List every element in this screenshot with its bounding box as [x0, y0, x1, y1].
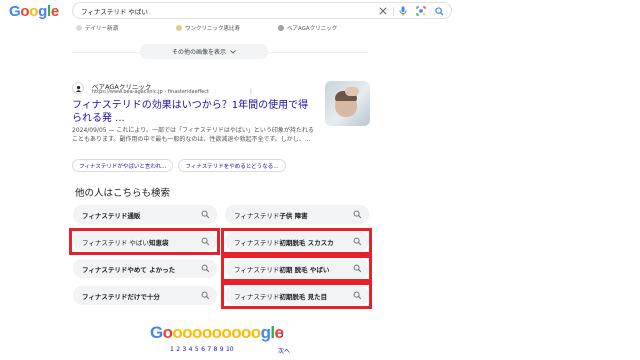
- related-search-item[interactable]: フィナステリド 初期 脱毛 やばい: [225, 259, 369, 278]
- people-also-search-heading: 他の人はこちらも検索: [75, 188, 171, 199]
- result-chip[interactable]: フィナステリドがやばいと言われ...: [72, 159, 174, 172]
- result-url: https://www.bea-agaclinic.jp › finasteri…: [92, 89, 209, 95]
- page-number-link[interactable]: 6: [201, 346, 205, 353]
- google-logo[interactable]: Google: [9, 3, 59, 20]
- related-search-item[interactable]: フィナステリド 初期脱毛 スカスカ: [225, 232, 369, 251]
- top-bar: Google: [0, 0, 640, 22]
- related-search-item[interactable]: フィナステリド だけで十分: [73, 286, 217, 305]
- search-icon: [201, 264, 210, 273]
- favicon-icon: [278, 25, 284, 31]
- search-box: [72, 2, 452, 19]
- page-number-list: 1 2 3 4 5 6 7 8 9 10: [170, 346, 234, 353]
- related-search-item[interactable]: フィナステリド やばい 知恵袋: [73, 232, 217, 251]
- search-icon: [201, 210, 210, 219]
- search-icon: [353, 264, 362, 273]
- page-number-link[interactable]: 10: [226, 346, 234, 353]
- image-source[interactable]: ベアAGAクリニック: [278, 24, 337, 32]
- favicon-icon: [76, 25, 82, 31]
- image-sources-row: デイリー新潮 ワンクリニック恵比寿 ベアAGAクリニック: [0, 22, 640, 36]
- search-icon: [353, 210, 362, 219]
- favicon-icon: [176, 25, 182, 31]
- search-result: ベアAGAクリニック https://www.bea-agaclinic.jp …: [72, 80, 370, 172]
- related-search-item[interactable]: フィナステリド 通販: [73, 205, 217, 224]
- page-number-link[interactable]: 8: [214, 346, 218, 353]
- search-icon: [353, 291, 362, 300]
- result-chip[interactable]: フィナステリドをやめるとどうなる...: [178, 159, 286, 172]
- pagination-o-letters: oooooooooo: [162, 323, 262, 342]
- page-number-link[interactable]: 2: [176, 346, 180, 353]
- lens-icon[interactable]: [415, 5, 427, 17]
- result-title-link[interactable]: フィナステリドの効果はいつから？1年間の使用で得られる発 ...: [72, 99, 318, 125]
- search-input[interactable]: [81, 5, 361, 17]
- search-divider: [393, 7, 394, 16]
- image-source[interactable]: デイリー新潮: [76, 24, 118, 32]
- next-page-chevron-icon[interactable]: ›: [280, 330, 284, 341]
- result-site-row[interactable]: ベアAGAクリニック https://www.bea-agaclinic.jp …: [72, 80, 368, 96]
- image-source[interactable]: ワンクリニック恵比寿: [176, 24, 240, 32]
- result-snippet: 2024/09/05 — これにより、一部では「フィナステリドはやばい」という印…: [72, 127, 314, 143]
- more-options-icon[interactable]: ⋮: [248, 88, 254, 95]
- page-number-link[interactable]: 9: [220, 346, 224, 353]
- search-icon: [201, 237, 210, 246]
- pagination: Goooooooooogle 1 2 3 4 5 6 7 8 9 10: [150, 323, 284, 354]
- more-images-button[interactable]: その他の画像を表示: [140, 44, 268, 59]
- search-icon: [201, 291, 210, 300]
- related-search-item[interactable]: フィナステリド やめて よかった: [73, 259, 217, 278]
- page-number-current: 1: [170, 346, 174, 353]
- page-number-link[interactable]: 5: [195, 346, 199, 353]
- related-search-item[interactable]: フィナステリド 子供 障害: [225, 205, 369, 224]
- next-page-link[interactable]: 次へ: [278, 346, 290, 355]
- related-search-item[interactable]: フィナステリド 初期脱毛 見た目: [225, 286, 369, 305]
- search-icon[interactable]: [433, 5, 445, 17]
- mic-icon[interactable]: [397, 5, 409, 17]
- search-icon: [353, 237, 362, 246]
- chevron-down-icon: [230, 49, 236, 54]
- pagination-logo: Goooooooooogle: [150, 323, 284, 342]
- result-thumbnail[interactable]: [325, 81, 370, 126]
- page-number-link[interactable]: 4: [189, 346, 193, 353]
- page-number-link[interactable]: 3: [182, 346, 186, 353]
- close-icon[interactable]: [377, 5, 389, 17]
- site-favicon-icon: [72, 82, 84, 94]
- thumbnail-hand-shape: [345, 87, 359, 96]
- page-number-link[interactable]: 7: [207, 346, 211, 353]
- result-chips: フィナステリドがやばいと言われ... フィナステリドをやめるとどうなる...: [72, 159, 286, 172]
